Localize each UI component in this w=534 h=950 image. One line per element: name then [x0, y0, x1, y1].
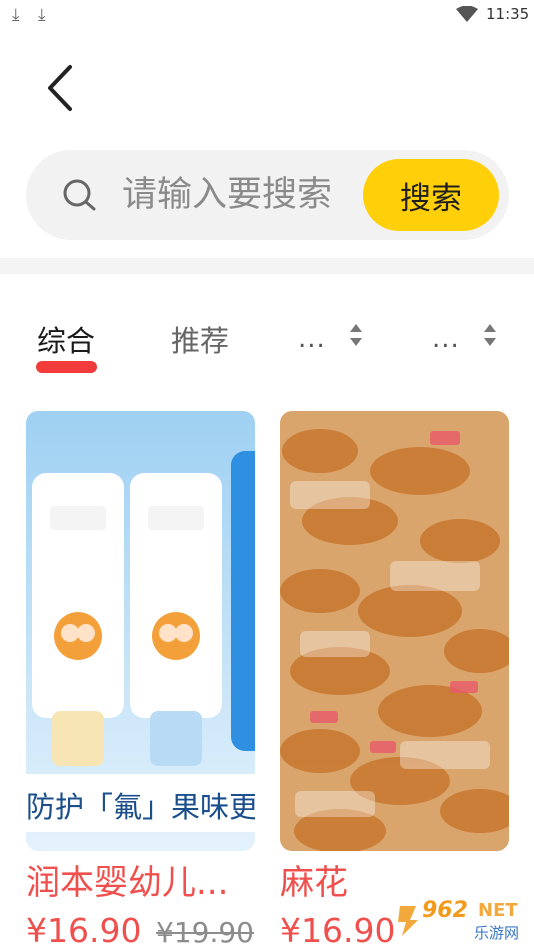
watermark-site: 乐游网 [474, 924, 520, 942]
product-image-mahua [280, 411, 509, 851]
download-icon: ⤓ [38, 5, 46, 25]
product-price: ¥16.90 [280, 911, 396, 950]
search-icon [63, 179, 96, 211]
active-tab-indicator [36, 361, 97, 373]
search-button[interactable]: 搜索 [363, 159, 499, 231]
section-divider [0, 258, 534, 274]
status-time: 11:35 [486, 5, 530, 23]
product-card[interactable]: 麻花 ¥16.90 [280, 411, 509, 950]
tab-recommend[interactable]: 推荐 [171, 318, 229, 360]
watermark-suffix: NET [478, 900, 518, 921]
download-icon: ⤓ [12, 5, 20, 25]
sort-arrows-icon [484, 324, 496, 346]
tab-sort-label: ... [432, 324, 460, 354]
tab-sort-2[interactable]: ... [432, 324, 496, 354]
search-bar: 搜索 [26, 150, 509, 240]
product-banner-text: 防护「氟」果味更 [26, 790, 255, 824]
product-name: 润本婴幼儿... [26, 863, 229, 903]
chevron-left-icon [48, 65, 72, 111]
tab-sort-1[interactable]: ... [298, 324, 362, 354]
tab-sort-label: ... [298, 324, 326, 354]
sort-arrows-icon [350, 324, 362, 346]
product-price: ¥16.90 [26, 911, 142, 950]
site-watermark: 962 NET 乐游网 [396, 898, 530, 944]
status-bar: ⤓ ⤓ 11:35 [0, 0, 534, 30]
product-card[interactable]: 防护「氟」果味更 润本婴幼儿... ¥16.90 ¥19.90 [26, 411, 255, 950]
back-button[interactable] [44, 62, 80, 114]
watermark-brand: 962 [422, 898, 468, 923]
product-name: 麻花 [280, 863, 348, 903]
tab-comprehensive[interactable]: 综合 [37, 318, 95, 360]
product-original-price: ¥19.90 [156, 916, 254, 949]
search-input[interactable] [122, 168, 337, 222]
wifi-icon [456, 6, 478, 22]
watermark-logo-icon [398, 906, 418, 936]
